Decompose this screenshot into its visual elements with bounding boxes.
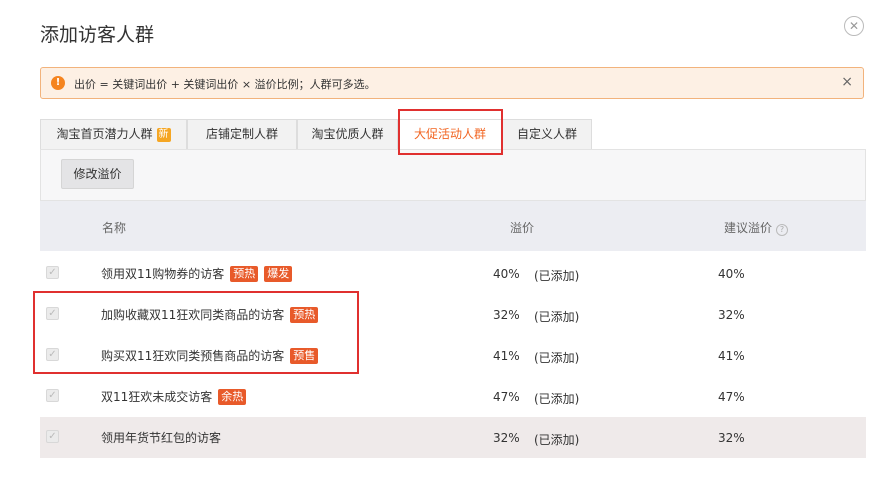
row-name: 领用双11购物券的访客	[101, 267, 225, 281]
toolbar-panel: 修改溢价	[40, 149, 866, 201]
row-name: 双11狂欢未成交访客	[101, 390, 213, 404]
row-premium: 32%	[493, 308, 520, 322]
tab-taobao-home-potential[interactable]: 淘宝首页潜力人群新	[40, 119, 187, 149]
new-badge: 新	[156, 128, 171, 142]
row-premium: 40%	[493, 267, 520, 281]
header-suggested: 建议溢价?	[724, 219, 789, 236]
add-visitor-group-dialog: 添加访客人群 ✕ ! 出价 = 关键词出价 + 关键词出价 × 溢价比例；人群可…	[0, 0, 886, 480]
row-name-cell: 领用双11购物券的访客 预热 爆发	[101, 265, 293, 282]
row-status: (已添加)	[534, 351, 580, 365]
tab-label: 店铺定制人群	[205, 127, 278, 141]
row-name-cell: 领用年货节红包的访客	[101, 429, 221, 446]
row-status: (已添加)	[534, 392, 580, 406]
tag-badge: 预热	[230, 266, 259, 282]
row-name-cell: 双11狂欢未成交访客 余热	[101, 388, 247, 405]
row-suggested: 47%	[718, 390, 745, 404]
info-alert: ! 出价 = 关键词出价 + 关键词出价 × 溢价比例；人群可多选。 ×	[40, 67, 864, 99]
table-row: ✓ 领用年货节红包的访客 32% (已添加) 32%	[40, 417, 866, 458]
header-premium: 溢价	[510, 221, 535, 235]
header-name: 名称	[102, 221, 127, 235]
row-premium: 41%	[493, 349, 520, 363]
exclamation-circle-icon: !	[51, 76, 65, 90]
table-row: ✓ 双11狂欢未成交访客 余热 47% (已添加) 47%	[40, 376, 866, 417]
alert-close-icon[interactable]: ×	[841, 74, 853, 90]
row-premium: 47%	[493, 390, 520, 404]
row-premium: 32%	[493, 431, 520, 445]
header-suggested-label: 建议溢价	[724, 221, 773, 235]
tag-badge: 余热	[218, 389, 247, 405]
tag-badge: 爆发	[264, 266, 293, 282]
dialog-title: 添加访客人群	[40, 24, 155, 46]
tab-label: 自定义人群	[516, 127, 577, 141]
row-checkbox[interactable]: ✓	[46, 266, 59, 279]
row-status: (已添加)	[534, 269, 580, 283]
row-status: (已添加)	[534, 433, 580, 447]
question-circle-icon[interactable]: ?	[776, 224, 789, 236]
row-suggested: 41%	[718, 349, 745, 363]
alert-text: 出价 = 关键词出价 + 关键词出价 × 溢价比例；人群可多选。	[74, 78, 376, 91]
tab-shop-custom[interactable]: 店铺定制人群	[187, 119, 297, 149]
row-suggested: 40%	[718, 267, 745, 281]
row-name: 领用年货节红包的访客	[101, 431, 222, 445]
row-status: (已添加)	[534, 310, 580, 324]
tab-label: 淘宝首页潜力人群	[56, 127, 153, 141]
close-circle-icon[interactable]: ✕	[844, 16, 864, 36]
tab-custom[interactable]: 自定义人群	[502, 119, 592, 149]
edit-premium-button[interactable]: 修改溢价	[61, 159, 134, 189]
active-tab-highlight-box	[398, 109, 503, 155]
table-row: ✓ 领用双11购物券的访客 预热 爆发 40% (已添加) 40%	[40, 253, 866, 294]
row-checkbox[interactable]: ✓	[46, 430, 59, 443]
row-checkbox[interactable]: ✓	[46, 389, 59, 402]
rows-highlight-box	[33, 291, 359, 374]
row-suggested: 32%	[718, 308, 745, 322]
tab-taobao-quality[interactable]: 淘宝优质人群	[297, 119, 398, 149]
tab-label: 淘宝优质人群	[311, 127, 384, 141]
table-header: 名称 溢价 建议溢价?	[40, 201, 866, 251]
row-suggested: 32%	[718, 431, 745, 445]
